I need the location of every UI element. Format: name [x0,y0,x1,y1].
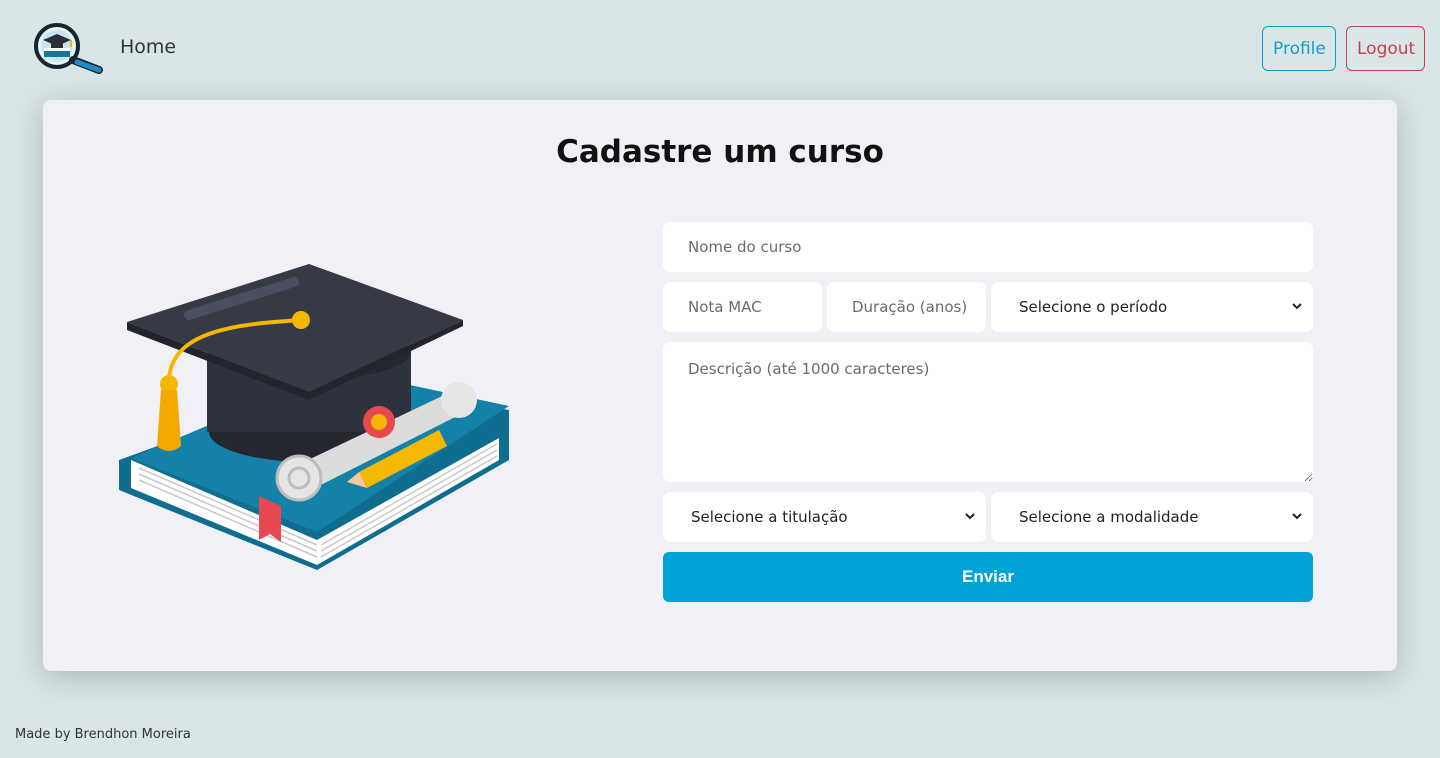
period-select-value: Selecione o período [1019,298,1168,316]
page-title: Cadastre um curso [556,134,884,170]
degree-select-value: Selecione a titulação [691,508,848,526]
degree-select[interactable]: Selecione a titulação [663,492,986,542]
logout-button[interactable]: Logout [1346,26,1425,71]
logo-icon[interactable] [33,22,107,74]
profile-button[interactable]: Profile [1262,26,1336,71]
navbar: Home Profile Logout [0,0,1440,96]
course-form-card: Cadastre um curso Nome do curso Nota MAC… [43,100,1397,671]
nota-mac-input[interactable] [663,282,822,332]
chevron-down-icon [1292,513,1302,520]
graduation-illustration-icon [119,264,509,570]
period-select[interactable]: Selecione o período [991,282,1313,332]
course-name-input[interactable] [663,222,1313,272]
duration-input[interactable] [827,282,986,332]
modality-select[interactable]: Selecione a modalidade [991,492,1313,542]
submit-button[interactable]: Enviar [663,552,1313,602]
footer-credit: Made by Brendhon Moreira [15,727,191,742]
home-link[interactable]: Home [120,36,176,58]
description-textarea[interactable] [663,342,1313,482]
modality-select-value: Selecione a modalidade [1019,508,1199,526]
chevron-down-icon [1292,303,1302,310]
chevron-down-icon [965,513,975,520]
